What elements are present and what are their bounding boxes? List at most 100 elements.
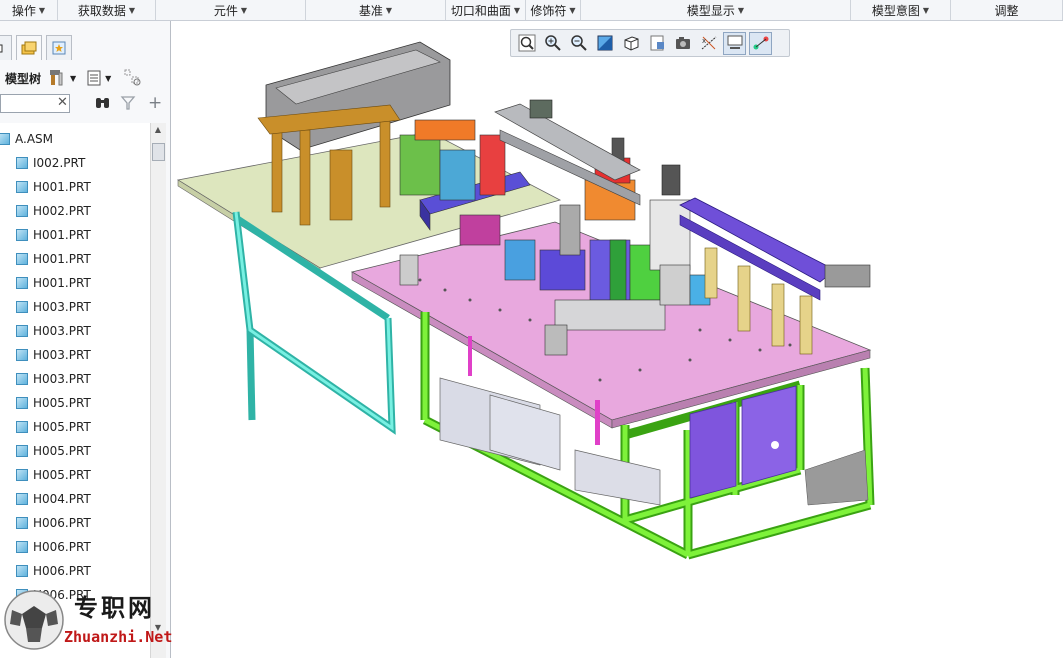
spin-center-button[interactable] — [723, 31, 746, 55]
chevron-down-icon: ▼ — [128, 5, 136, 15]
part-icon — [16, 445, 28, 457]
hammer-icon — [50, 70, 63, 86]
display-style-button[interactable] — [619, 32, 642, 55]
ribbon-group-7[interactable]: 模型意图 ▼ — [851, 0, 951, 20]
tree-item-part[interactable]: H001.PRT — [16, 175, 91, 199]
settings-button[interactable]: ▼ — [48, 69, 76, 87]
repaint-button[interactable] — [593, 32, 616, 55]
chevron-down-icon: ▼ — [385, 5, 393, 15]
tree-item-part[interactable]: H002.PRT — [16, 199, 91, 223]
watermark-url: Zhuanzhi.Net — [64, 628, 173, 646]
ribbon-group-label: 操作 — [11, 3, 36, 18]
tree-item-part[interactable]: H001.PRT — [16, 271, 91, 295]
tree-item-part[interactable]: H005.PRT — [16, 439, 91, 463]
ribbon-group-label: 基准 — [358, 3, 383, 18]
tree-item-label: H005.PRT — [33, 396, 91, 410]
part-icon — [16, 373, 28, 385]
tree-item-label: H006.PRT — [33, 540, 91, 554]
tree-item-label: H005.PRT — [33, 444, 91, 458]
folder-icon — [21, 41, 37, 55]
ribbon-group-0[interactable]: 操作 ▼ — [0, 0, 58, 20]
add-icon[interactable]: + — [148, 93, 162, 113]
tree-toolbar: 模型树 ▼ ▼ — [0, 65, 170, 91]
view-manager-button[interactable] — [671, 32, 694, 55]
annotation-display-button[interactable] — [749, 31, 772, 55]
tree-item-label: H005.PRT — [33, 468, 91, 482]
ribbon-group-bar: 操作 ▼ 获取数据 ▼ 元件 ▼ 基准 ▼ 切口和曲面 ▼ 修饰符 ▼ 模型显示 ▼ 模型意图 ▼ 调整 — [0, 0, 1063, 21]
tab-folder-browser[interactable] — [16, 35, 42, 60]
clear-search-icon[interactable]: ✕ — [57, 95, 68, 110]
datum-display-button[interactable]: x — [697, 32, 720, 55]
tree-item-part[interactable]: H003.PRT — [16, 295, 91, 319]
tab-favorites[interactable] — [46, 35, 72, 60]
ribbon-group-4[interactable]: 切口和曲面 ▼ — [446, 0, 526, 20]
tree-item-part[interactable]: H003.PRT — [16, 367, 91, 391]
tree-scrollbar[interactable]: ▲ ▼ — [150, 123, 166, 658]
tab-model-tree[interactable] — [0, 35, 12, 60]
binoculars-icon[interactable] — [94, 95, 112, 111]
tree-item-part[interactable]: H005.PRT — [16, 391, 91, 415]
ribbon-group-1[interactable]: 获取数据 ▼ — [58, 0, 156, 20]
display-style-icon — [624, 36, 638, 51]
ribbon-group-label: 模型意图 — [871, 3, 920, 18]
tree-item-part[interactable]: H006.PRT — [16, 559, 91, 583]
navigator-panel: 模型树 ▼ ▼ ✕ + A.ASM I002.PRT H001.PRT H002… — [0, 21, 171, 658]
view-manager-icon — [675, 37, 690, 49]
chevron-down-icon: ▼ — [105, 73, 112, 83]
ribbon-group-label: 获取数据 — [77, 3, 126, 18]
part-icon — [16, 325, 28, 337]
part-icon — [16, 397, 28, 409]
watermark-title: 专职网 — [74, 593, 155, 622]
part-icon — [16, 229, 28, 241]
part-icon — [16, 301, 28, 313]
tree-item-part[interactable]: H004.PRT — [16, 487, 91, 511]
refit-icon — [518, 34, 535, 52]
tree-item-label: H001.PRT — [33, 180, 91, 194]
tree-item-part[interactable]: H003.PRT — [16, 343, 91, 367]
part-icon — [16, 157, 28, 169]
tree-item-assembly[interactable]: A.ASM — [0, 127, 53, 151]
tree-item-part[interactable]: H003.PRT — [16, 319, 91, 343]
tree-item-part[interactable]: H006.PRT — [16, 535, 91, 559]
tree-item-part[interactable]: H005.PRT — [16, 463, 91, 487]
ribbon-group-label: 切口和曲面 — [450, 3, 511, 18]
scroll-up-icon[interactable]: ▲ — [152, 125, 164, 137]
tree-item-label: H001.PRT — [33, 228, 91, 242]
tree-item-part[interactable]: H006.PRT — [16, 511, 91, 535]
zoom-in-button[interactable] — [541, 32, 564, 55]
saved-orientations-button[interactable] — [645, 32, 668, 55]
assembly-3d-model[interactable] — [171, 21, 1063, 658]
annotation-display-icon — [753, 36, 768, 50]
tree-item-part[interactable]: I002.PRT — [16, 151, 85, 175]
zoom-out-button[interactable] — [567, 32, 590, 55]
in-graphics-toolbar: x — [510, 29, 790, 57]
tree-item-label: H006.PRT — [33, 516, 91, 530]
tree-item-part[interactable]: H005.PRT — [16, 415, 91, 439]
model-tree-tab-icon — [0, 44, 3, 53]
part-icon — [16, 493, 28, 505]
tree-item-part[interactable]: H001.PRT — [16, 223, 91, 247]
ribbon-group-label: 修饰符 — [530, 3, 567, 18]
part-icon — [16, 565, 28, 577]
ribbon-group-label: 模型显示 — [686, 3, 735, 18]
zoom-out-icon — [570, 35, 587, 51]
ribbon-group-3[interactable]: 基准 ▼ — [306, 0, 446, 20]
repaint-icon — [597, 35, 612, 51]
tree-item-part[interactable]: H001.PRT — [16, 247, 91, 271]
chevron-down-icon: ▼ — [240, 5, 248, 15]
part-icon — [16, 277, 28, 289]
refit-button[interactable] — [515, 32, 538, 55]
ribbon-group-5[interactable]: 修饰符 ▼ — [526, 0, 581, 20]
filter-icon[interactable] — [120, 95, 136, 111]
ribbon-group-2[interactable]: 元件 ▼ — [156, 0, 306, 20]
ribbon-group-8[interactable]: 调整 — [951, 0, 1063, 20]
show-button[interactable]: ▼ — [85, 69, 111, 87]
chevron-down-icon: ▼ — [569, 5, 576, 15]
favorites-icon — [52, 41, 66, 55]
scroll-thumb[interactable] — [152, 143, 165, 161]
tree-columns-icon — [124, 69, 141, 86]
ribbon-group-6[interactable]: 模型显示 ▼ — [581, 0, 851, 20]
graphics-window[interactable] — [171, 21, 1063, 658]
zoom-in-icon — [544, 35, 561, 51]
tree-filter-options-button[interactable] — [123, 68, 143, 88]
